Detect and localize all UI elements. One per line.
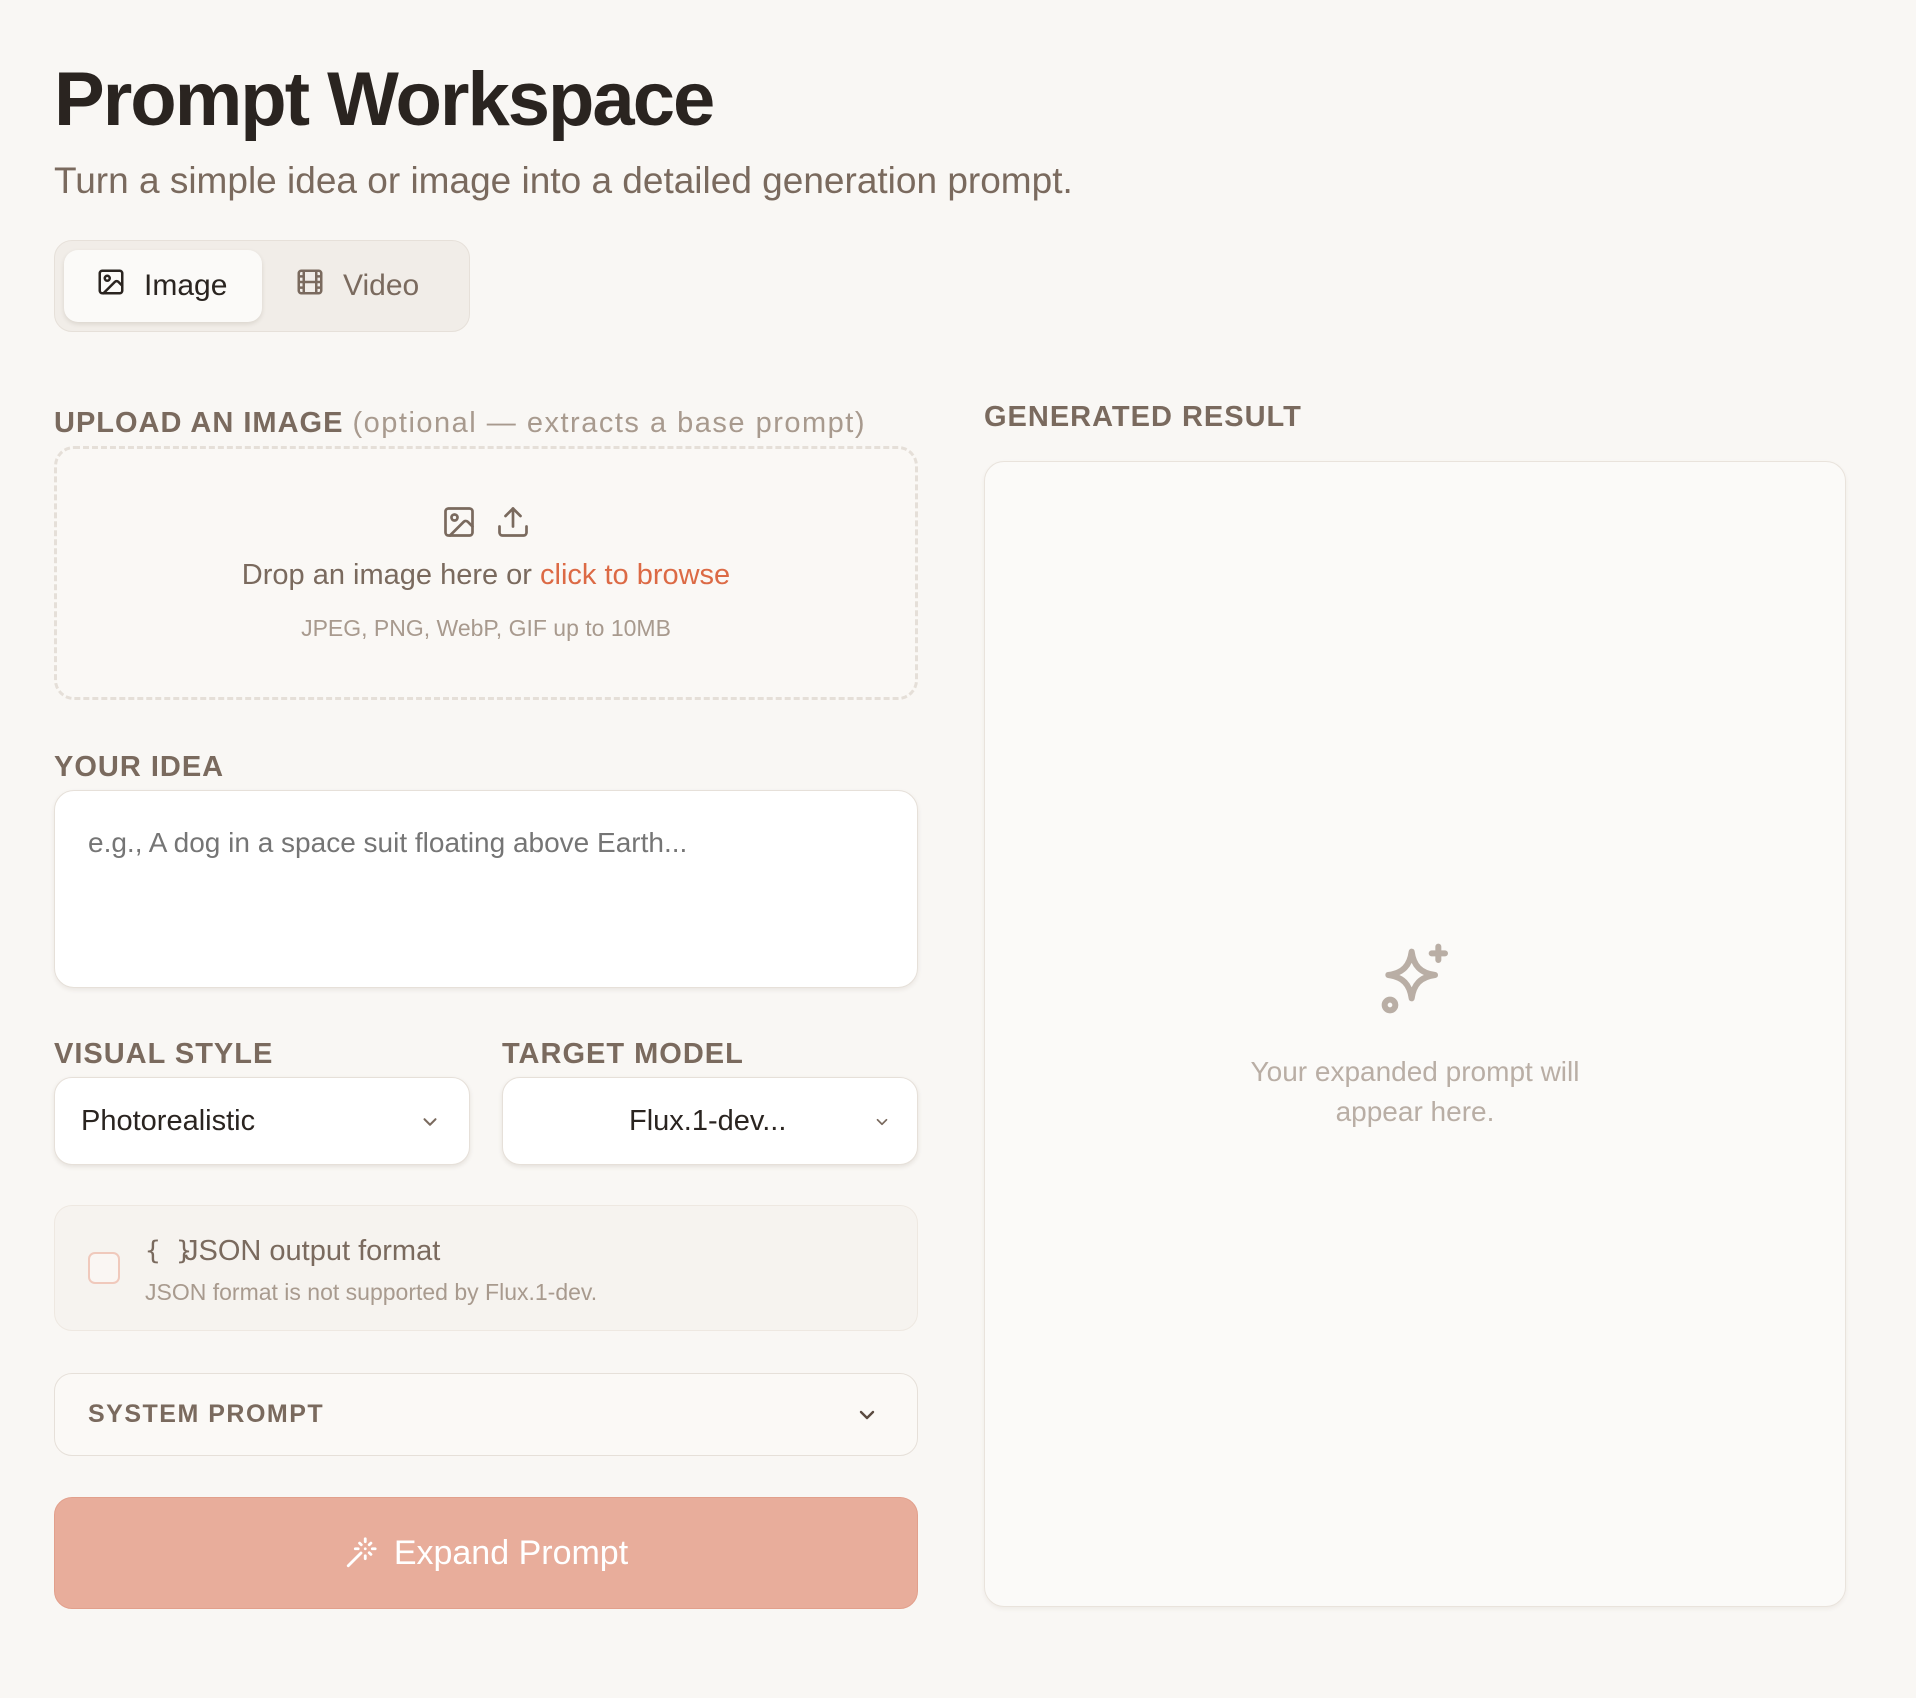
image-icon	[441, 504, 477, 545]
generated-result-panel: Your expanded prompt will appear here.	[984, 461, 1846, 1607]
page-title: Prompt Workspace	[54, 57, 715, 142]
dropzone-text: Drop an image here or click to browse	[57, 559, 915, 592]
visual-style-label: VISUAL STYLE	[54, 1038, 274, 1070]
idea-input[interactable]	[54, 790, 918, 988]
chevron-down-icon	[859, 1410, 875, 1420]
magic-wand-icon	[346, 1537, 377, 1568]
film-icon	[295, 267, 325, 305]
image-mode-tab[interactable]: Image	[64, 250, 262, 322]
mode-toggle: Image Video	[54, 240, 470, 332]
image-mode-label: Image	[144, 269, 228, 302]
target-model-value: Flux.1-dev...	[629, 1105, 787, 1137]
dropzone-icons	[57, 504, 915, 545]
video-mode-tab[interactable]: Video	[295, 250, 455, 322]
chevron-down-icon	[876, 1118, 888, 1126]
target-model-label: TARGET MODEL	[502, 1038, 744, 1070]
json-option-title: JSON output format	[184, 1235, 441, 1267]
json-option-note: JSON format is not supported by Flux.1-d…	[145, 1279, 598, 1305]
chevron-down-icon	[423, 1118, 437, 1126]
upload-label: UPLOAD AN IMAGE	[54, 407, 344, 439]
generated-result-label: GENERATED RESULT	[984, 401, 1302, 433]
visual-style-select[interactable]: Photorealistic	[54, 1077, 470, 1165]
result-placeholder: Your expanded prompt will appear here.	[1250, 1056, 1580, 1127]
image-icon	[96, 267, 126, 305]
visual-style-value: Photorealistic	[81, 1105, 256, 1137]
page-subtitle: Turn a simple idea or image into a detai…	[54, 160, 1073, 201]
dropzone-hint: JPEG, PNG, WebP, GIF up to 10MB	[301, 615, 671, 641]
upload-section-label: UPLOAD AN IMAGE (optional — extracts a b…	[54, 405, 866, 441]
drop-instruction: Drop an image here or	[241, 559, 532, 591]
expand-prompt-label: Expand Prompt	[393, 1533, 629, 1572]
json-output-option: { } JSON output format JSON format is no…	[54, 1205, 918, 1331]
sparkle-icon	[1381, 943, 1448, 1014]
system-prompt-toggle[interactable]: SYSTEM PROMPT	[54, 1373, 918, 1456]
prompt-workspace-page: Prompt Workspace Turn a simple idea or i…	[0, 0, 1916, 1698]
image-dropzone[interactable]: Drop an image here or click to browse JP…	[54, 446, 918, 700]
video-mode-label: Video	[343, 269, 420, 302]
idea-label: YOUR IDEA	[54, 751, 225, 783]
system-prompt-label: SYSTEM PROMPT	[88, 1400, 325, 1428]
upload-label-note: (optional — extracts a base prompt)	[352, 407, 866, 439]
upload-icon	[495, 504, 531, 545]
json-output-checkbox[interactable]	[88, 1252, 120, 1284]
expand-prompt-button[interactable]: Expand Prompt	[54, 1497, 918, 1609]
browse-link[interactable]: click to browse	[540, 559, 730, 591]
target-model-select[interactable]: Flux.1-dev...	[502, 1077, 918, 1165]
